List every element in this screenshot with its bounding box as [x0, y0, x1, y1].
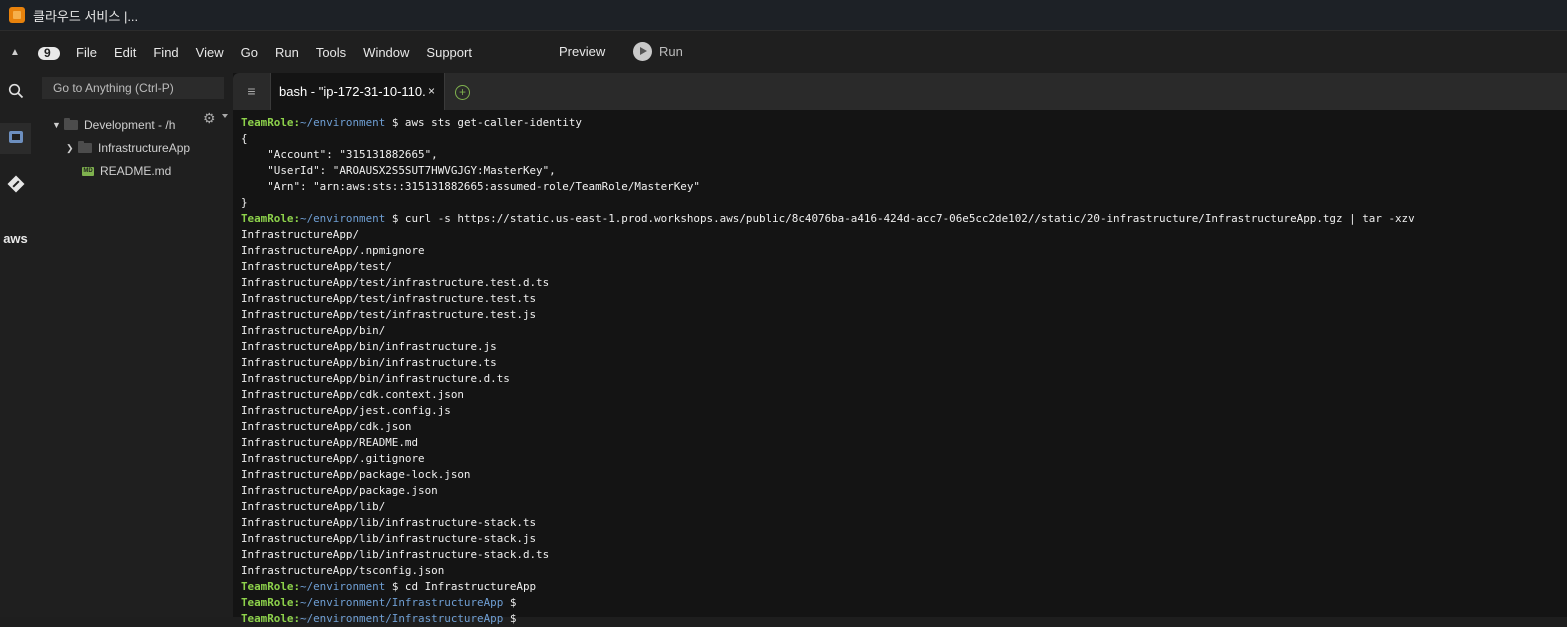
terminal-output-line: InfrastructureApp/bin/infrastructure.js — [241, 340, 497, 353]
aws-toolkit-icon[interactable]: aws — [0, 231, 31, 246]
app-cube-icon — [9, 7, 25, 23]
prompt-role: TeamRole: — [241, 596, 301, 609]
terminal-output-line: InfrastructureApp/bin/infrastructure.d.t… — [241, 372, 510, 385]
add-tab-icon[interactable]: + — [455, 85, 470, 100]
terminal-output-line: InfrastructureApp/test/infrastructure.te… — [241, 276, 550, 289]
prompt-command: $ aws sts get-caller-identity — [385, 116, 582, 129]
terminal-output-line: InfrastructureApp/lib/ — [241, 500, 386, 513]
folder-icon — [64, 118, 78, 130]
menu-view[interactable]: View — [196, 45, 224, 60]
terminal-output-line: "Account": "315131882665", — [241, 148, 438, 161]
terminal-output-line: "Arn": "arn:aws:sts::315131882665:assume… — [241, 180, 700, 193]
tree-item-label: Development - /h — [84, 118, 176, 132]
terminal-output-line: } — [241, 196, 248, 209]
prompt-role: TeamRole: — [241, 212, 301, 225]
activity-rail: aws — [0, 73, 31, 617]
tree-item-development[interactable]: ▼ Development - /h — [52, 116, 175, 134]
terminal-output[interactable]: TeamRole:~/environment $ aws sts get-cal… — [241, 115, 1561, 627]
prompt-path: ~/environment/InfrastructureApp — [300, 596, 504, 609]
terminal-prompt-line: TeamRole:~/environment $ curl -s https:/… — [241, 211, 1561, 227]
terminal-output-line: InfrastructureApp/package.json — [241, 484, 438, 497]
tab-bash[interactable]: bash - "ip-172-31-10-110. × — [270, 73, 445, 110]
tab-bar: ≡ bash - "ip-172-31-10-110. × + — [233, 73, 1567, 110]
terminal-output-line: InfrastructureApp/.gitignore — [241, 452, 425, 465]
play-icon — [633, 42, 652, 61]
window-title: 클라우드 서비스 |... — [33, 8, 139, 24]
tree-item-readme[interactable]: MD README.md — [82, 162, 171, 180]
menu-support[interactable]: Support — [426, 45, 472, 60]
menu-find[interactable]: Find — [153, 45, 178, 60]
tab-label: bash - "ip-172-31-10-110. — [279, 84, 426, 99]
terminal-output-line: InfrastructureApp/README.md — [241, 436, 419, 449]
folder-icon — [78, 141, 92, 153]
prompt-role: TeamRole: — [241, 612, 301, 625]
title-bar: 클라우드 서비스 |... — [0, 0, 1567, 30]
prompt-path: ~/environment/InfrastructureApp — [300, 612, 504, 625]
preview-button[interactable]: Preview — [559, 44, 605, 59]
tree-item-label: InfrastructureApp — [98, 141, 191, 155]
terminal-prompt-line: TeamRole:~/environment/InfrastructureApp… — [241, 611, 1561, 627]
terminal-output-line: { — [241, 132, 248, 145]
terminal-output-line: "UserId": "AROAUSX2S5SUT7HWVGJGY:MasterK… — [241, 164, 556, 177]
terminal-output-line: InfrastructureApp/.npmignore — [241, 244, 425, 257]
close-icon[interactable]: × — [428, 84, 435, 98]
terminal-output-line: InfrastructureApp/tsconfig.json — [241, 564, 445, 577]
terminal-output-line: InfrastructureApp/lib/infrastructure-sta… — [241, 532, 537, 545]
tree-item-label: README.md — [100, 164, 172, 178]
terminal-output-line: InfrastructureApp/ — [241, 228, 360, 241]
menu-run[interactable]: Run — [275, 45, 299, 60]
prompt-path: ~/environment — [300, 212, 386, 225]
menu-bar: ▲ 9 File Edit Find View Go Run Tools Win… — [0, 30, 1567, 74]
terminal-output-line: InfrastructureApp/bin/ — [241, 324, 386, 337]
run-button[interactable]: Run — [633, 42, 683, 61]
gear-icon[interactable]: ⚙ — [203, 110, 216, 127]
menu-go[interactable]: Go — [241, 45, 258, 60]
menu-edit[interactable]: Edit — [114, 45, 136, 60]
prompt-command: $ — [503, 596, 517, 609]
chevron-right-icon[interactable]: ❯ — [66, 143, 78, 154]
prompt-path: ~/environment — [300, 580, 386, 593]
prompt-command: $ cd InfrastructureApp — [385, 580, 537, 593]
markdown-file-icon: MD — [82, 166, 94, 176]
terminal-output-line: InfrastructureApp/bin/infrastructure.ts — [241, 356, 497, 369]
prompt-role: TeamRole: — [241, 116, 301, 129]
tree-item-infrastructureapp[interactable]: ❯ InfrastructureApp — [66, 139, 190, 157]
terminal-output-line: InfrastructureApp/test/infrastructure.te… — [241, 308, 537, 321]
environment-panel: Go to Anything (Ctrl-P) ⚙ ▼ Development … — [31, 73, 233, 617]
menu-tools[interactable]: Tools — [316, 45, 346, 60]
menu-window[interactable]: Window — [363, 45, 409, 60]
prompt-role: TeamRole: — [241, 580, 301, 593]
tab-menu-icon[interactable]: ≡ — [233, 73, 271, 110]
terminal-output-line: InfrastructureApp/test/infrastructure.te… — [241, 292, 537, 305]
source-control-icon[interactable] — [0, 175, 31, 195]
chevron-down-icon[interactable] — [222, 114, 228, 118]
terminal-prompt-line: TeamRole:~/environment $ aws sts get-cal… — [241, 115, 1561, 131]
collapse-menu-icon[interactable]: ▲ — [0, 47, 30, 58]
terminal-output-line: InfrastructureApp/test/ — [241, 260, 392, 273]
editor-area: ≡ bash - "ip-172-31-10-110. × + TeamRole… — [233, 73, 1567, 625]
prompt-path: ~/environment — [300, 116, 386, 129]
terminal-prompt-line: TeamRole:~/environment $ cd Infrastructu… — [241, 579, 1561, 595]
search-icon[interactable] — [0, 83, 31, 104]
cloud9-logo-icon: 9 — [38, 45, 60, 61]
run-button-label: Run — [659, 44, 683, 59]
terminal-output-line: InfrastructureApp/lib/infrastructure-sta… — [241, 548, 550, 561]
prompt-command: $ curl -s https://static.us-east-1.prod.… — [385, 212, 1415, 225]
terminal-output-line: InfrastructureApp/cdk.json — [241, 420, 412, 433]
terminal-output-line: InfrastructureApp/lib/infrastructure-sta… — [241, 516, 537, 529]
prompt-command: $ — [503, 612, 517, 625]
chevron-down-icon[interactable]: ▼ — [52, 120, 64, 130]
terminal-output-line: InfrastructureApp/cdk.context.json — [241, 388, 464, 401]
terminal-output-line: InfrastructureApp/package-lock.json — [241, 468, 471, 481]
go-to-anything-input[interactable]: Go to Anything (Ctrl-P) — [42, 77, 224, 99]
menu-file[interactable]: File — [76, 45, 97, 60]
file-explorer-icon[interactable] — [0, 123, 31, 154]
terminal-prompt-line: TeamRole:~/environment/InfrastructureApp… — [241, 595, 1561, 611]
terminal-output-line: InfrastructureApp/jest.config.js — [241, 404, 451, 417]
